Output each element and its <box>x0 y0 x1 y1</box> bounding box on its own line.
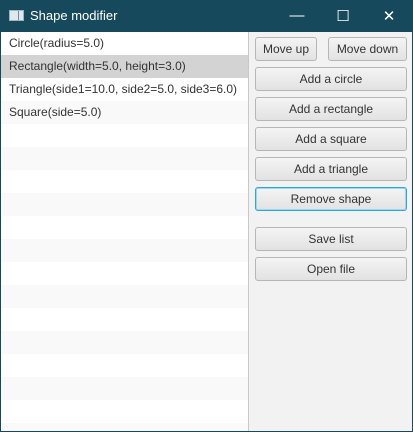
list-item[interactable]: Triangle(side1=10.0, side2=5.0, side3=6.… <box>1 78 248 101</box>
empty-list-row <box>1 147 248 170</box>
maximize-icon: ☐ <box>336 7 350 25</box>
minimize-icon: — <box>289 7 305 24</box>
add-circle-button[interactable]: Add a circle <box>255 67 407 91</box>
empty-list-row <box>1 216 248 239</box>
empty-list-row <box>1 377 248 400</box>
list-item[interactable]: Rectangle(width=5.0, height=3.0) <box>1 55 248 78</box>
empty-list-row <box>1 400 248 423</box>
close-icon: ✕ <box>382 7 396 25</box>
empty-list-row <box>1 124 248 147</box>
empty-list-row <box>1 193 248 216</box>
shape-list[interactable]: Circle(radius=5.0) Rectangle(width=5.0, h… <box>1 32 249 431</box>
window-title: Shape modifier <box>30 8 118 23</box>
empty-list-row <box>1 262 248 285</box>
add-square-button[interactable]: Add a square <box>255 127 407 151</box>
empty-list-row <box>1 423 248 431</box>
save-list-button[interactable]: Save list <box>255 227 407 251</box>
app-icon <box>9 10 24 21</box>
add-triangle-button[interactable]: Add a triangle <box>255 157 407 181</box>
empty-list-row <box>1 354 248 377</box>
empty-list-row <box>1 308 248 331</box>
maximize-button[interactable]: ☐ <box>320 0 366 31</box>
empty-list-row <box>1 331 248 354</box>
button-panel: Move up Move down Add a circle Add a rec… <box>249 32 412 431</box>
empty-list-row <box>1 239 248 262</box>
move-up-button[interactable]: Move up <box>255 37 317 61</box>
open-file-button[interactable]: Open file <box>255 257 407 281</box>
move-down-button[interactable]: Move down <box>328 37 407 61</box>
close-button[interactable]: ✕ <box>366 0 412 31</box>
title-bar: Shape modifier — ☐ ✕ <box>0 0 413 31</box>
empty-list-row <box>1 170 248 193</box>
add-rectangle-button[interactable]: Add a rectangle <box>255 97 407 121</box>
minimize-button[interactable]: — <box>274 0 320 31</box>
list-item[interactable]: Circle(radius=5.0) <box>1 32 248 55</box>
list-item[interactable]: Square(side=5.0) <box>1 101 248 124</box>
empty-list-row <box>1 285 248 308</box>
remove-shape-button[interactable]: Remove shape <box>255 187 407 211</box>
